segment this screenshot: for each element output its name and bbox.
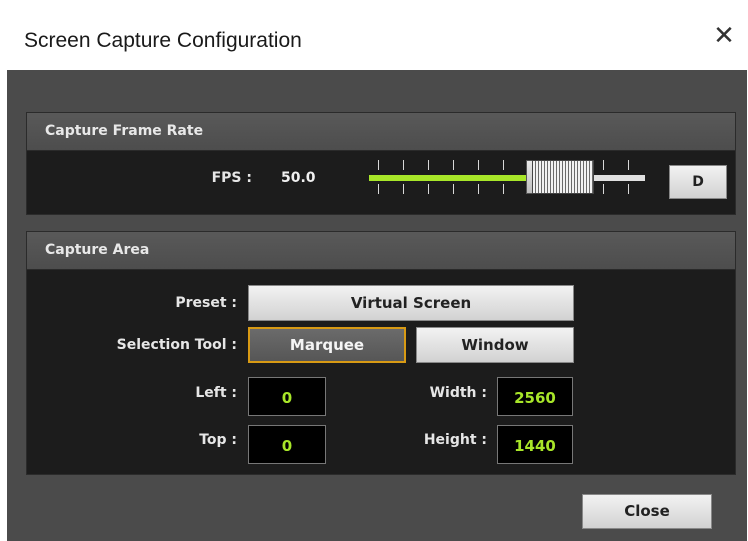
screen-capture-dialog: Screen Capture Configuration ✕ Capture F…: [7, 7, 747, 541]
slider-fill: [369, 175, 533, 181]
dialog-body: Capture Frame Rate Capture Area FPS : 50…: [7, 70, 747, 541]
slider-track: [594, 175, 645, 181]
close-button[interactable]: Close: [582, 494, 712, 529]
left-field[interactable]: 0: [248, 377, 326, 416]
marquee-button[interactable]: Marquee: [248, 327, 406, 363]
fps-slider[interactable]: [361, 154, 653, 200]
height-field[interactable]: 1440: [497, 425, 573, 464]
top-field[interactable]: 0: [248, 425, 326, 464]
group-header: Capture Frame Rate: [27, 113, 735, 151]
group-header: Capture Area: [27, 232, 735, 270]
width-label: Width :: [429, 385, 487, 401]
default-button[interactable]: D: [669, 165, 727, 199]
window-button[interactable]: Window: [416, 327, 574, 363]
close-icon[interactable]: ✕: [709, 21, 739, 51]
dialog-title: Screen Capture Configuration: [24, 29, 302, 52]
title-bar: Screen Capture Configuration ✕: [7, 7, 747, 70]
height-label: Height :: [423, 432, 487, 448]
left-label: Left :: [195, 385, 237, 401]
width-field[interactable]: 2560: [497, 377, 573, 416]
group-title: Capture Frame Rate: [45, 123, 204, 139]
selection-tool-label: Selection Tool :: [116, 337, 237, 353]
fps-value: 50.0: [281, 170, 316, 186]
preset-dropdown[interactable]: Virtual Screen: [248, 285, 574, 321]
top-label: Top :: [199, 432, 237, 448]
preset-label: Preset :: [175, 295, 237, 311]
fps-label: FPS :: [211, 170, 252, 186]
group-title: Capture Area: [45, 242, 150, 258]
slider-handle[interactable]: [532, 160, 595, 194]
